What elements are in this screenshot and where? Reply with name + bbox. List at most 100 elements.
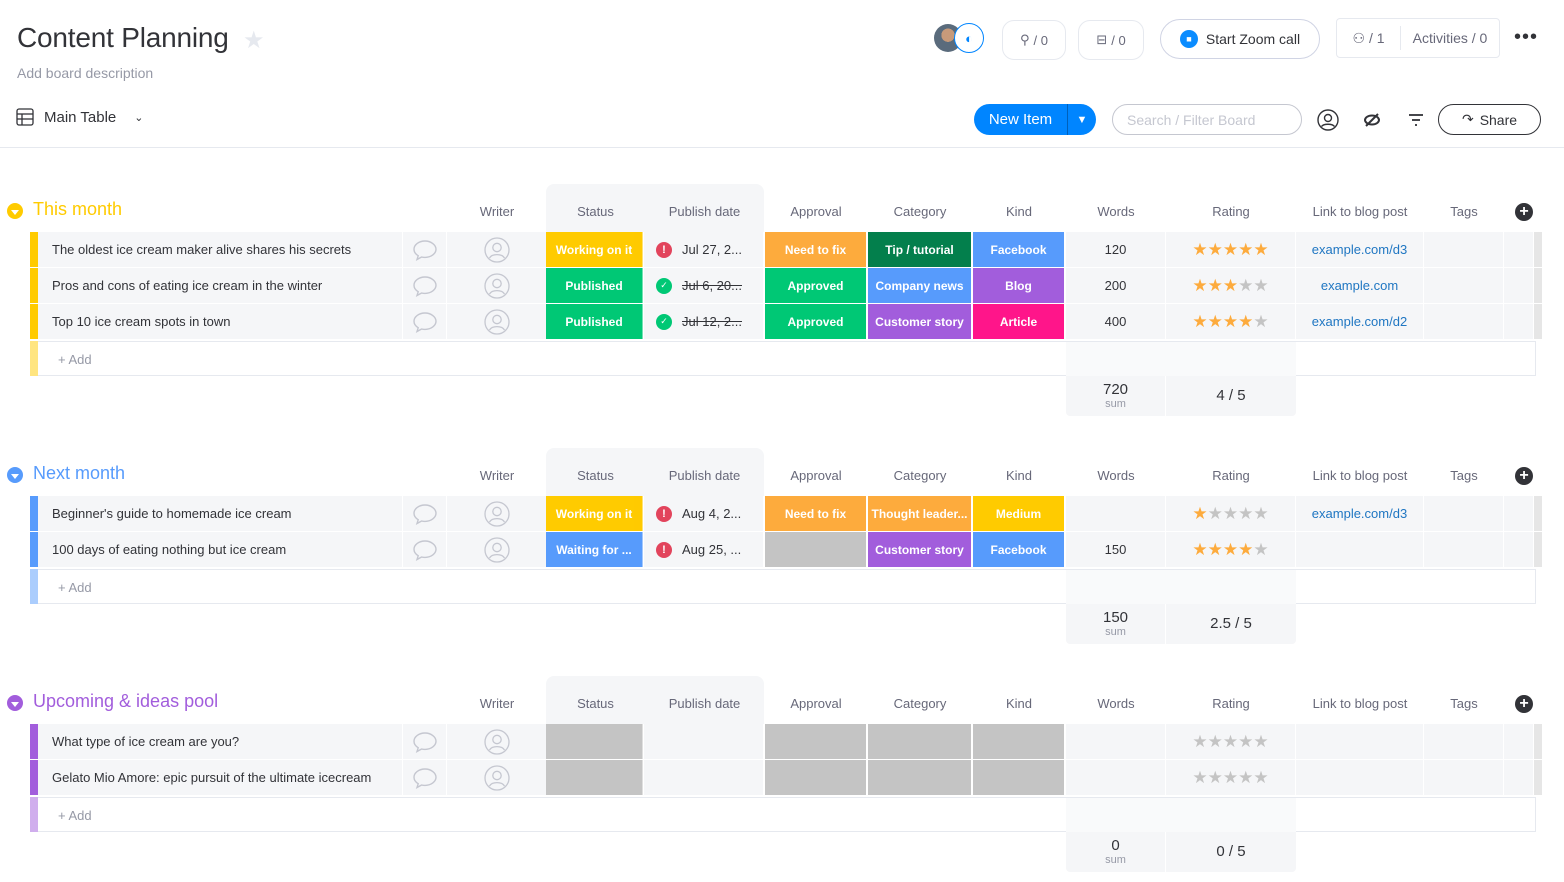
words-cell[interactable] [1066, 496, 1166, 531]
rating-star-icon[interactable]: ★ [1223, 504, 1238, 524]
blog-link[interactable] [1296, 724, 1424, 759]
column-header-category[interactable]: Category [868, 684, 972, 724]
tags-cell[interactable] [1424, 496, 1504, 531]
status-cell[interactable]: Waiting for ... [546, 532, 643, 567]
add-item-row[interactable]: + Add [30, 797, 1536, 832]
category-cell[interactable]: Thought leader... [868, 496, 972, 531]
column-header-link[interactable]: Link to blog post [1296, 192, 1424, 232]
column-header-link[interactable]: Link to blog post [1296, 456, 1424, 496]
view-selector[interactable]: Main Table ⌄ [16, 108, 144, 126]
rating-star-icon[interactable]: ★ [1192, 312, 1207, 332]
table-row[interactable]: Pros and cons of eating ice cream in the… [30, 268, 1543, 303]
kind-cell[interactable] [973, 724, 1065, 759]
group-title[interactable]: Upcoming & ideas pool [33, 691, 218, 712]
writer-cell[interactable] [447, 760, 547, 795]
members-button[interactable]: ⚇ / 1 [1337, 26, 1401, 50]
kind-cell[interactable]: Blog [973, 268, 1065, 303]
column-header-writer[interactable]: Writer [447, 684, 547, 724]
hide-columns-icon[interactable] [1360, 108, 1384, 132]
subscribers-icon[interactable]: ◐ [954, 23, 984, 53]
rating-star-icon[interactable]: ★ [1238, 276, 1253, 296]
rating-cell[interactable]: ★★★★★ [1166, 724, 1296, 759]
approval-cell[interactable] [765, 760, 867, 795]
status-cell[interactable]: Working on it [546, 232, 643, 267]
blog-link[interactable]: example.com/d3 [1296, 496, 1424, 531]
column-header-kind[interactable]: Kind [973, 684, 1065, 724]
status-cell[interactable] [546, 724, 643, 759]
rating-star-icon[interactable]: ★ [1192, 504, 1207, 524]
column-header-writer[interactable]: Writer [447, 192, 547, 232]
writer-cell[interactable] [447, 268, 547, 303]
rating-star-icon[interactable]: ★ [1192, 732, 1207, 752]
table-row[interactable]: 100 days of eating nothing but ice cream… [30, 532, 1543, 567]
rating-cell[interactable]: ★★★★★ [1166, 304, 1296, 339]
rating-star-icon[interactable]: ★ [1192, 768, 1207, 788]
item-name[interactable]: 100 days of eating nothing but ice cream [38, 532, 403, 567]
updates-button[interactable] [403, 232, 447, 267]
column-header-tags[interactable]: Tags [1424, 456, 1504, 496]
board-description[interactable]: Add board description [17, 65, 153, 81]
favorite-star-icon[interactable]: ★ [243, 26, 265, 55]
board-title[interactable]: Content Planning [17, 22, 229, 54]
status-cell[interactable]: Published [546, 268, 643, 303]
blog-link[interactable]: example.com/d3 [1296, 232, 1424, 267]
approval-cell[interactable] [765, 724, 867, 759]
tags-cell[interactable] [1424, 532, 1504, 567]
rating-cell[interactable]: ★★★★★ [1166, 496, 1296, 531]
tags-cell[interactable] [1424, 724, 1504, 759]
approval-cell[interactable]: Need to fix [765, 496, 867, 531]
words-cell[interactable]: 200 [1066, 268, 1166, 303]
kind-cell[interactable]: Article [973, 304, 1065, 339]
kind-cell[interactable]: Medium [973, 496, 1065, 531]
column-header-approval[interactable]: Approval [765, 456, 867, 496]
blog-link[interactable]: example.com/d2 [1296, 304, 1424, 339]
add-column-icon[interactable]: + [1515, 203, 1533, 221]
column-header-kind[interactable]: Kind [973, 192, 1065, 232]
updates-button[interactable] [403, 268, 447, 303]
add-column-icon[interactable]: + [1515, 467, 1533, 485]
column-header-kind[interactable]: Kind [973, 456, 1065, 496]
rating-star-icon[interactable]: ★ [1208, 312, 1223, 332]
column-header-status[interactable]: Status [546, 192, 645, 232]
add-item-row[interactable]: + Add [30, 569, 1536, 604]
add-item-label[interactable]: + Add [58, 808, 92, 823]
updates-button[interactable] [403, 532, 447, 567]
tags-cell[interactable] [1424, 760, 1504, 795]
words-cell[interactable] [1066, 724, 1166, 759]
status-cell[interactable]: Working on it [546, 496, 643, 531]
rating-star-icon[interactable]: ★ [1208, 240, 1223, 260]
column-header-status[interactable]: Status [546, 684, 645, 724]
publish-date-cell[interactable]: !Aug 25, ... [644, 532, 764, 567]
tags-cell[interactable] [1424, 268, 1504, 303]
publish-date-cell[interactable] [644, 760, 764, 795]
activity-panel[interactable]: ⚇ / 1 Activities / 0 [1336, 18, 1500, 58]
column-header-rating[interactable]: Rating [1166, 456, 1296, 496]
rating-star-icon[interactable]: ★ [1208, 540, 1223, 560]
filter-icon[interactable] [1404, 108, 1428, 132]
table-row[interactable]: Beginner's guide to homemade ice cream W… [30, 496, 1543, 531]
column-header-status[interactable]: Status [546, 456, 645, 496]
rating-star-icon[interactable]: ★ [1253, 768, 1268, 788]
column-header-category[interactable]: Category [868, 456, 972, 496]
publish-date-cell[interactable]: ✓Jul 6, 20... [644, 268, 764, 303]
tags-cell[interactable] [1424, 304, 1504, 339]
table-row[interactable]: What type of ice cream are you? ★★★★★ [30, 724, 1543, 759]
rating-star-icon[interactable]: ★ [1208, 732, 1223, 752]
add-item-label[interactable]: + Add [58, 352, 92, 367]
words-cell[interactable]: 150 [1066, 532, 1166, 567]
category-cell[interactable]: Customer story [868, 532, 972, 567]
rating-star-icon[interactable]: ★ [1192, 540, 1207, 560]
collapse-group-icon[interactable] [7, 467, 23, 483]
column-header-date[interactable]: Publish date [645, 456, 764, 496]
approval-cell[interactable] [765, 532, 867, 567]
new-item-label[interactable]: New Item [974, 104, 1068, 135]
column-header-approval[interactable]: Approval [765, 192, 867, 232]
rating-star-icon[interactable]: ★ [1238, 768, 1253, 788]
rating-star-icon[interactable]: ★ [1253, 504, 1268, 524]
rating-star-icon[interactable]: ★ [1223, 276, 1238, 296]
writer-cell[interactable] [447, 232, 547, 267]
rating-star-icon[interactable]: ★ [1223, 768, 1238, 788]
rating-cell[interactable]: ★★★★★ [1166, 532, 1296, 567]
item-name[interactable]: Gelato Mio Amore: epic pursuit of the ul… [38, 760, 403, 795]
rating-star-icon[interactable]: ★ [1223, 732, 1238, 752]
